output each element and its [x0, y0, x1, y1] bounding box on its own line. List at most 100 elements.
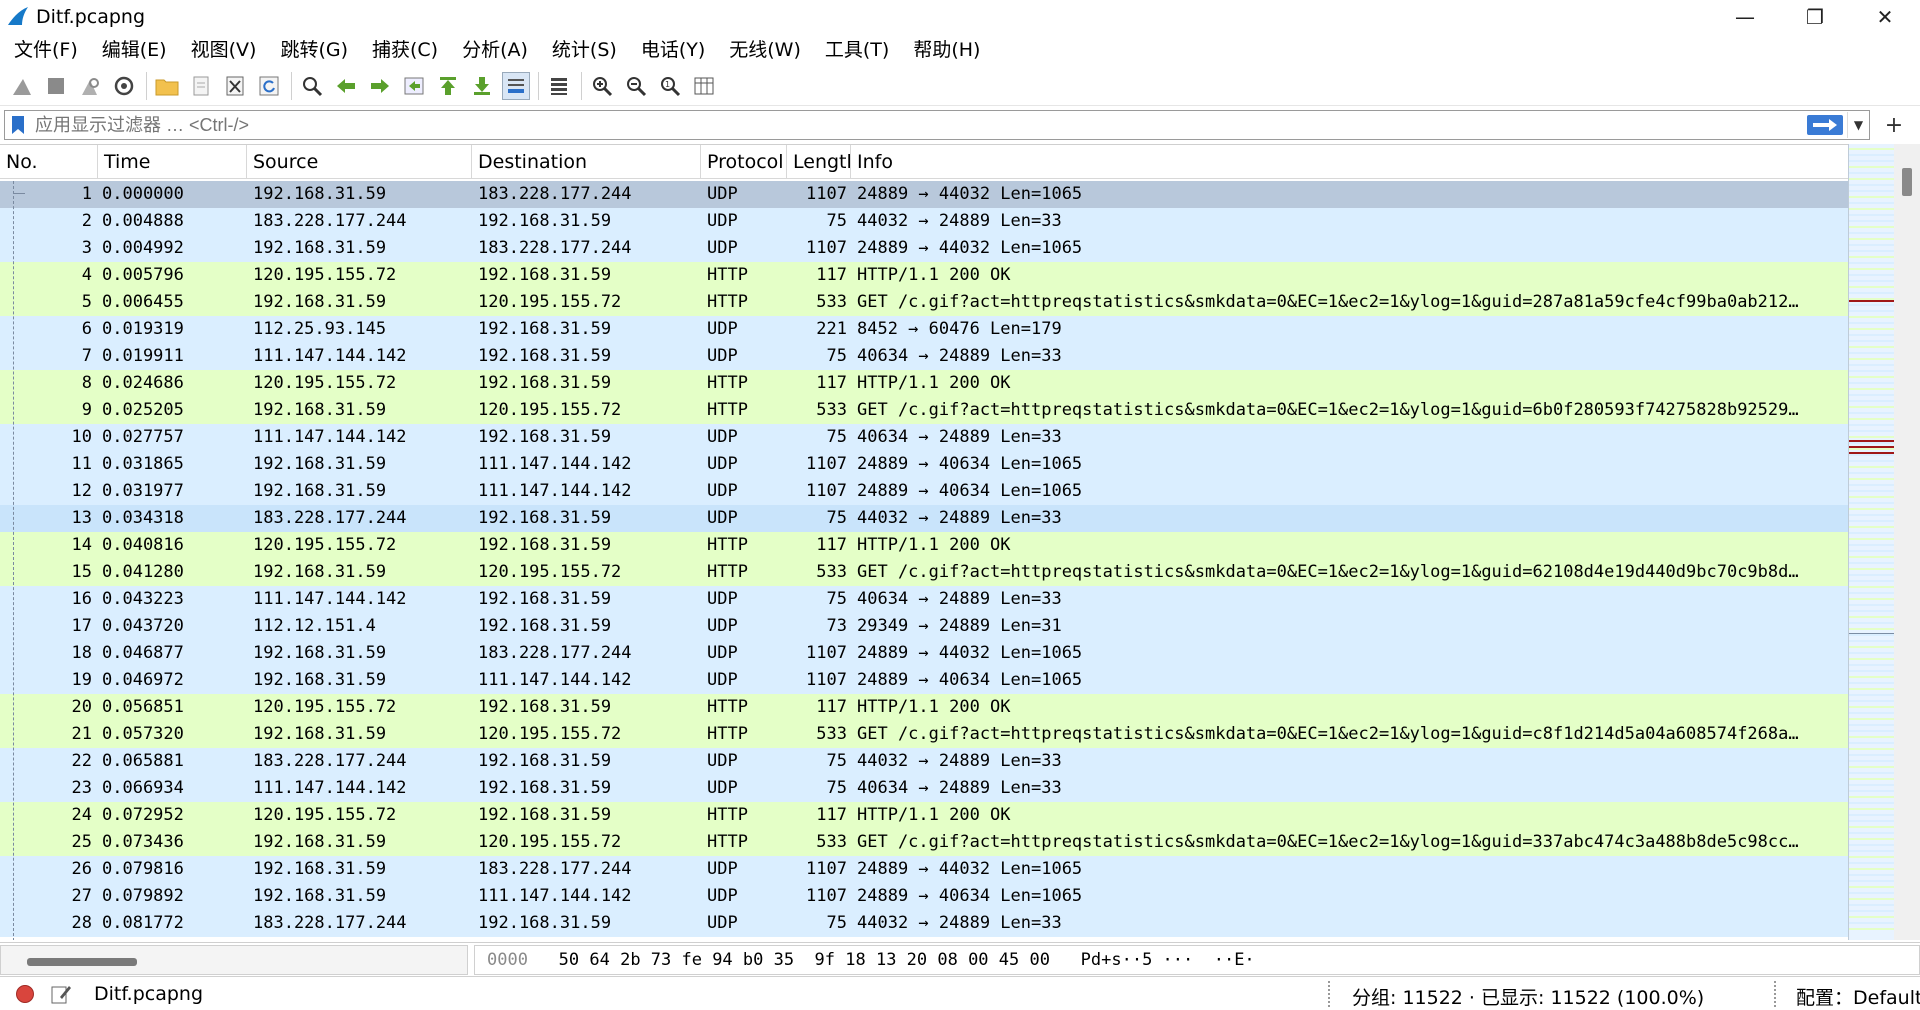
add-filter-button[interactable]: +: [1876, 112, 1912, 138]
packet-cell-info: GET /c.gif?act=httpreqstatistics&smkdata…: [857, 400, 1799, 420]
packet-cell-proto: UDP: [707, 184, 738, 204]
menu-help[interactable]: 帮助(H): [903, 34, 990, 66]
packet-row[interactable]: 23 0.066934 111.147.144.142 192.168.31.59 UD…: [0, 775, 1848, 802]
capture-comment-icon[interactable]: [50, 983, 72, 1005]
zoom-in-button[interactable]: [588, 72, 616, 100]
packet-minimap[interactable]: [1848, 144, 1895, 940]
packet-row[interactable]: 3 0.004992 192.168.31.59 183.228.177.244 UDP…: [0, 235, 1848, 262]
packet-row[interactable]: 18 0.046877 192.168.31.59 183.228.177.244 UD…: [0, 640, 1848, 667]
reload-button[interactable]: [255, 72, 283, 100]
menu-go[interactable]: 跳转(G): [270, 34, 358, 66]
colorize-button[interactable]: [545, 72, 573, 100]
column-protocol[interactable]: Protocol: [701, 145, 787, 179]
window-title: Ditf.pcapng: [36, 6, 146, 28]
close-button[interactable]: ✕: [1850, 0, 1920, 34]
horizontal-scrollbar[interactable]: [0, 945, 468, 975]
apply-filter-button[interactable]: [1807, 115, 1843, 135]
packet-row[interactable]: 5 0.006455 192.168.31.59 120.195.155.72 HTTP…: [0, 289, 1848, 316]
column-info[interactable]: Info: [851, 145, 1848, 179]
expert-info-icon[interactable]: [16, 985, 34, 1003]
menu-view[interactable]: 视图(V): [181, 34, 267, 66]
first-packet-button[interactable]: [434, 72, 462, 100]
menu-capture[interactable]: 捕获(C): [362, 34, 448, 66]
column-destination[interactable]: Destination: [472, 145, 701, 179]
title-bar: Ditf.pcapng — ❐ ✕: [0, 0, 1920, 34]
packet-row[interactable]: 2 0.004888 183.228.177.244 192.168.31.59 UDP…: [0, 208, 1848, 235]
packet-row[interactable]: 11 0.031865 192.168.31.59 111.147.144.142 UD…: [0, 451, 1848, 478]
packet-cell-no: 17: [71, 616, 92, 636]
packet-list-scrollbar[interactable]: [1894, 144, 1920, 940]
menu-statistics[interactable]: 统计(S): [542, 34, 627, 66]
column-no[interactable]: No.: [0, 145, 98, 179]
display-filter-input[interactable]: [27, 112, 1807, 138]
menu-edit[interactable]: 编辑(E): [92, 34, 177, 66]
bytes-pane[interactable]: 0000 50 64 2b 73 fe 94 b0 35 9f 18 13 20…: [474, 945, 1920, 975]
packet-row[interactable]: 6 0.019319 112.25.93.145 192.168.31.59 UDP 22…: [0, 316, 1848, 343]
packet-cell-time: 0.034318: [102, 508, 184, 528]
packet-row[interactable]: 8 0.024686 120.195.155.72 192.168.31.59 HTTP…: [0, 370, 1848, 397]
go-to-packet-button[interactable]: [400, 72, 428, 100]
column-length[interactable]: Lengtl: [787, 145, 851, 179]
packet-row[interactable]: 20 0.056851 120.195.155.72 192.168.31.59 HTT…: [0, 694, 1848, 721]
packet-row[interactable]: 7 0.019911 111.147.144.142 192.168.31.59 UDP…: [0, 343, 1848, 370]
capture-options-button[interactable]: [110, 72, 138, 100]
maximize-button[interactable]: ❐: [1780, 0, 1850, 34]
menu-file[interactable]: 文件(F): [4, 34, 88, 66]
packet-row[interactable]: 27 0.079892 192.168.31.59 111.147.144.142 UD…: [0, 883, 1848, 910]
packet-cell-info: GET /c.gif?act=httpreqstatistics&smkdata…: [857, 562, 1799, 582]
menu-telephony[interactable]: 电话(Y): [631, 34, 715, 66]
minimap-stripe: [1849, 760, 1895, 762]
packet-row[interactable]: 14 0.040816 120.195.155.72 192.168.31.59 HTT…: [0, 532, 1848, 559]
packet-cell-dst: 192.168.31.59: [478, 346, 612, 366]
packet-cell-proto: HTTP: [707, 265, 748, 285]
scrollbar-thumb[interactable]: [1902, 168, 1912, 196]
packet-row[interactable]: 25 0.073436 192.168.31.59 120.195.155.72 HTT…: [0, 829, 1848, 856]
packet-cell-no: 12: [71, 481, 92, 501]
start-capture-button[interactable]: [8, 72, 36, 100]
packet-row[interactable]: 10 0.027757 111.147.144.142 192.168.31.59 UD…: [0, 424, 1848, 451]
zoom-out-button[interactable]: [622, 72, 650, 100]
packet-row[interactable]: 15 0.041280 192.168.31.59 120.195.155.72 HTT…: [0, 559, 1848, 586]
wireshark-logo-icon: [8, 7, 28, 25]
menu-tools[interactable]: 工具(T): [815, 34, 899, 66]
stop-capture-button[interactable]: [42, 72, 70, 100]
close-file-button[interactable]: [221, 72, 249, 100]
auto-scroll-button[interactable]: [502, 71, 530, 100]
filter-history-dropdown[interactable]: ▼: [1847, 112, 1869, 138]
minimap-stripe: [1849, 844, 1895, 846]
status-profile[interactable]: 配置：Default: [1796, 983, 1920, 1010]
minimize-button[interactable]: —: [1710, 0, 1780, 34]
packet-row[interactable]: 16 0.043223 111.147.144.142 192.168.31.59 UD…: [0, 586, 1848, 613]
packet-cell-no: 14: [71, 535, 92, 555]
go-back-button[interactable]: [332, 72, 360, 100]
column-time[interactable]: Time: [98, 145, 247, 179]
file-set-button[interactable]: [187, 72, 215, 100]
packet-row[interactable]: 17 0.043720 112.12.151.4 192.168.31.59 UDP 73…: [0, 613, 1848, 640]
go-forward-button[interactable]: [366, 72, 394, 100]
packet-row[interactable]: 13 0.034318 183.228.177.244 192.168.31.59 UD…: [0, 505, 1848, 532]
last-packet-button[interactable]: [468, 72, 496, 100]
resize-columns-button[interactable]: [690, 72, 718, 100]
packet-row[interactable]: 26 0.079816 192.168.31.59 183.228.177.244 UD…: [0, 856, 1848, 883]
find-packet-button[interactable]: [298, 72, 326, 100]
packet-row[interactable]: 22 0.065881 183.228.177.244 192.168.31.59 UD…: [0, 748, 1848, 775]
menu-wireless[interactable]: 无线(W): [719, 34, 811, 66]
packet-row[interactable]: 4 0.005796 120.195.155.72 192.168.31.59 HTTP…: [0, 262, 1848, 289]
minimap-stripe: [1849, 922, 1895, 924]
filter-bookmark-button[interactable]: [9, 113, 27, 137]
packet-row[interactable]: 24 0.072952 120.195.155.72 192.168.31.59 HTT…: [0, 802, 1848, 829]
packet-row[interactable]: 21 0.057320 192.168.31.59 120.195.155.72 HTT…: [0, 721, 1848, 748]
open-file-button[interactable]: [153, 72, 181, 100]
column-source[interactable]: Source: [247, 145, 472, 179]
restart-capture-button[interactable]: [76, 72, 104, 100]
packet-row[interactable]: 28 0.081772 183.228.177.244 192.168.31.59 UD…: [0, 910, 1848, 937]
packet-row[interactable]: 12 0.031977 192.168.31.59 111.147.144.142 UD…: [0, 478, 1848, 505]
horizontal-scrollbar-thumb[interactable]: [27, 958, 137, 966]
packet-row[interactable]: 19 0.046972 192.168.31.59 111.147.144.142 UD…: [0, 667, 1848, 694]
normal-size-button[interactable]: 1: [656, 72, 684, 100]
packet-cell-no: 22: [71, 751, 92, 771]
packet-row[interactable]: 1 0.000000 192.168.31.59 183.228.177.244 UDP…: [0, 181, 1848, 208]
menu-analyze[interactable]: 分析(A): [452, 34, 538, 66]
packet-row[interactable]: 9 0.025205 192.168.31.59 120.195.155.72 HTTP…: [0, 397, 1848, 424]
packet-cell-dst: 192.168.31.59: [478, 211, 612, 231]
